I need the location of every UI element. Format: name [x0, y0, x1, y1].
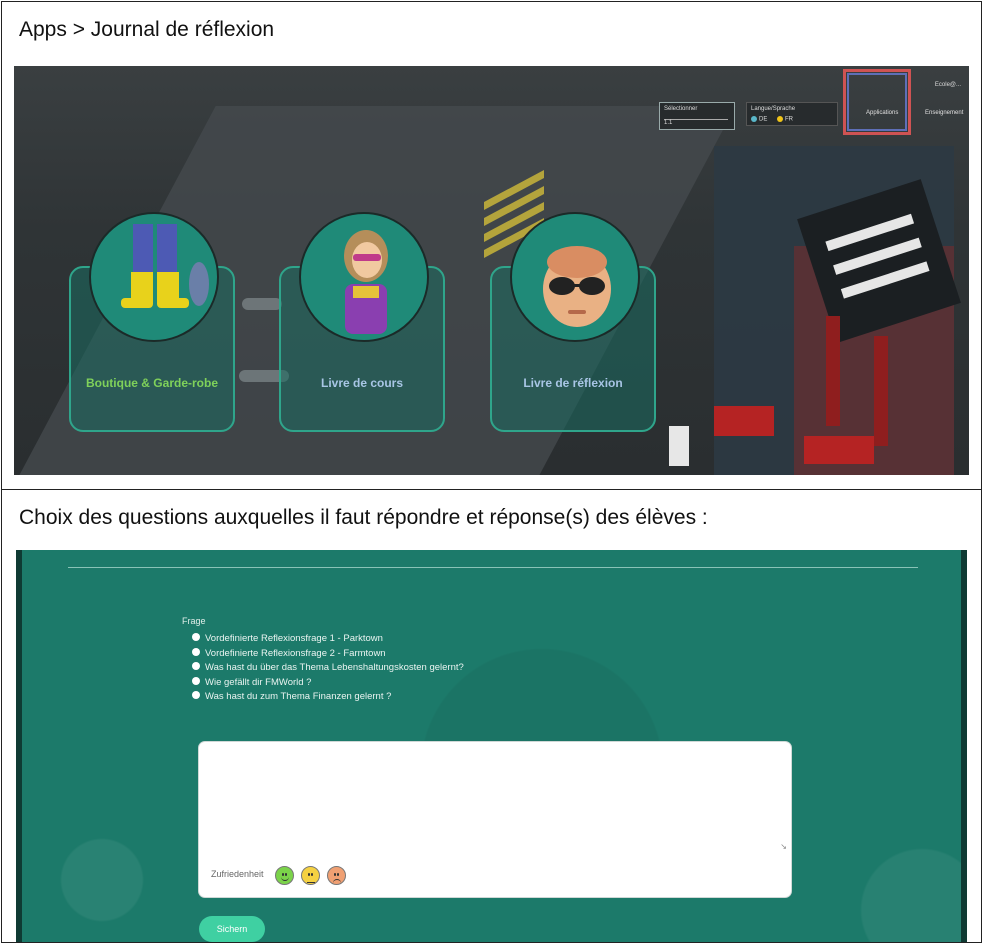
app-card-reflection-book[interactable]: Livre de réflexion	[490, 212, 656, 432]
satisfaction-label: Zufriedenheit	[211, 869, 264, 879]
happy-smiley-icon[interactable]	[275, 866, 294, 885]
apps-screenshot: Ecole@... Sélectionner 1.1 Langue/Sprach…	[14, 66, 969, 475]
question-option[interactable]: Vordefinierte Reflexionsfrage 1 - Parkto…	[192, 632, 464, 647]
language-option-de[interactable]: DE	[751, 116, 767, 123]
document-table: Apps > Journal de réflexion Ecole@... Sé…	[1, 1, 982, 943]
class-select-label: Sélectionner	[664, 106, 698, 112]
red-block	[804, 436, 874, 464]
app-card-label: Livre de réflexion	[523, 376, 623, 390]
divider-line	[68, 567, 918, 568]
red-block	[714, 406, 774, 436]
avatar-girl-icon	[299, 212, 429, 342]
app-topbar: Ecole@... Sélectionner 1.1 Langue/Sprach…	[644, 80, 969, 130]
save-button[interactable]: Sichern	[199, 916, 265, 942]
answer-textarea[interactable]	[207, 750, 783, 850]
app-card-label: Boutique & Garde-robe	[85, 376, 218, 390]
table-divider	[2, 489, 981, 490]
traffic-cone	[669, 426, 689, 466]
radio-icon[interactable]	[192, 633, 200, 642]
app-card-course-book[interactable]: Livre de cours	[279, 212, 445, 432]
street-sign	[242, 298, 282, 310]
radio-icon[interactable]	[192, 676, 200, 685]
app-card-boutique[interactable]: Boutique & Garde-robe	[69, 212, 235, 432]
red-pillar	[874, 336, 888, 446]
sad-smiley-icon[interactable]	[327, 866, 346, 885]
question-option[interactable]: Was hast du zum Thema Finanzen gelernt ?	[192, 690, 464, 705]
question-list: Vordefinierte Reflexionsfrage 1 - Parkto…	[192, 632, 464, 705]
answer-box: ↘ Zufriedenheit	[198, 741, 792, 898]
class-select[interactable]: Sélectionner 1.1	[659, 102, 735, 130]
radio-icon[interactable]	[192, 691, 200, 700]
question-option[interactable]: Was hast du über das Thema Lebenshaltung…	[192, 661, 464, 676]
red-pillar	[826, 316, 840, 426]
menu-education[interactable]: Enseignement	[925, 110, 963, 116]
resize-grip-icon[interactable]: ↘	[780, 842, 787, 851]
avatar-sunglasses-icon	[510, 212, 640, 342]
applications-highlight-box	[843, 69, 911, 135]
apps-breadcrumb: Apps > Journal de réflexion	[19, 18, 275, 41]
question-option[interactable]: Wie gefällt dir FMWorld ?	[192, 676, 464, 691]
question-option[interactable]: Vordefinierte Reflexionsfrage 2 - Farmto…	[192, 647, 464, 662]
class-select-value: 1.1	[664, 120, 673, 126]
user-email: Ecole@...	[934, 82, 961, 88]
question-heading: Frage	[182, 616, 206, 626]
neutral-smiley-icon[interactable]	[301, 866, 320, 885]
costume-icon	[89, 212, 219, 342]
app-card-label: Livre de cours	[320, 376, 404, 390]
language-option-fr[interactable]: FR	[777, 116, 793, 123]
language-switch[interactable]: Langue/Sprache DE FR	[746, 102, 838, 126]
radio-icon[interactable]	[192, 662, 200, 671]
language-label: Langue/Sprache	[751, 106, 796, 112]
choice-caption: Choix des questions auxquelles il faut r…	[19, 506, 708, 529]
radio-icon[interactable]	[192, 647, 200, 656]
reflection-screenshot: Frage Vordefinierte Reflexionsfrage 1 - …	[16, 550, 967, 942]
